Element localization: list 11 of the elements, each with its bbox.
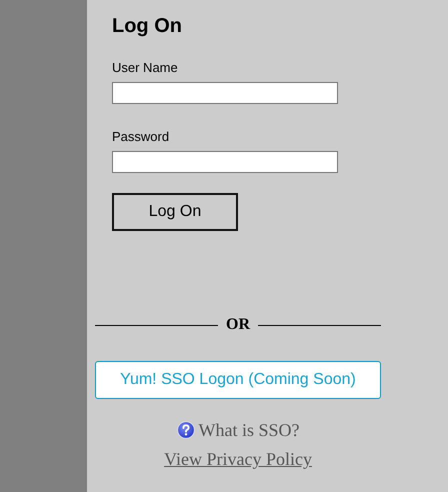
what-is-sso-link[interactable]: What is SSO? — [198, 419, 300, 441]
sso-logon-button[interactable]: Yum! SSO Logon (Coming Soon) — [95, 361, 381, 399]
separator-label: OR — [226, 315, 250, 335]
input-field[interactable] — [112, 151, 338, 173]
help-icon — [176, 421, 194, 439]
log-on-button[interactable]: Log On — [112, 193, 238, 231]
field-label: User Name — [112, 60, 179, 76]
privacy-policy-link[interactable]: View Privacy Policy — [164, 448, 312, 470]
field-label: Password — [112, 129, 170, 145]
page-title: Log On — [112, 14, 183, 39]
input-field[interactable] — [112, 82, 338, 104]
